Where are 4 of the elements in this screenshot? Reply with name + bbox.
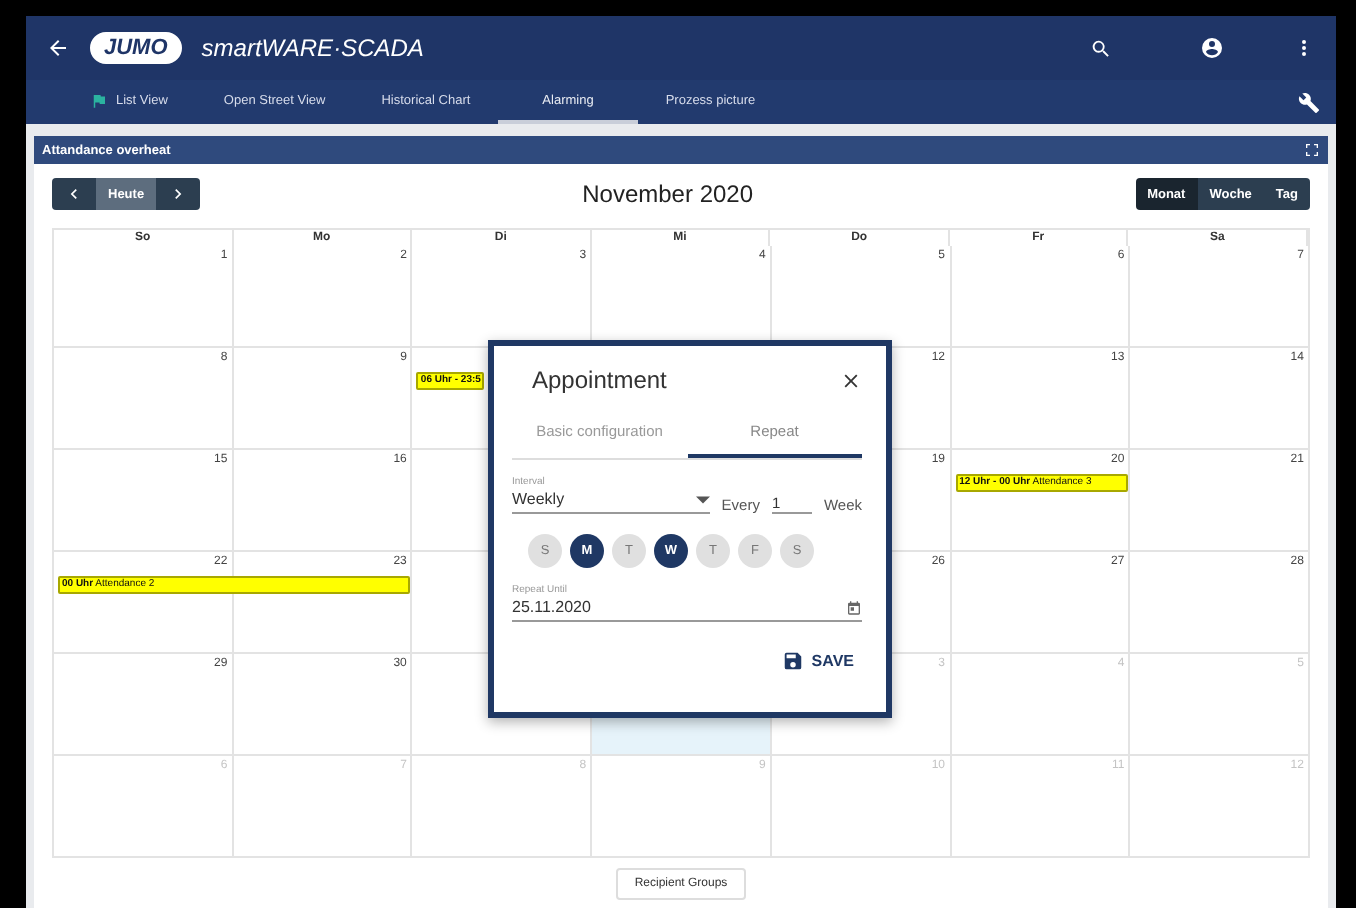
- dialog-title: Appointment: [532, 366, 667, 394]
- app-name: smartWARE·SCADA: [201, 34, 424, 62]
- logo: JUMO: [90, 32, 182, 64]
- calendar-title: November 2020: [582, 180, 754, 208]
